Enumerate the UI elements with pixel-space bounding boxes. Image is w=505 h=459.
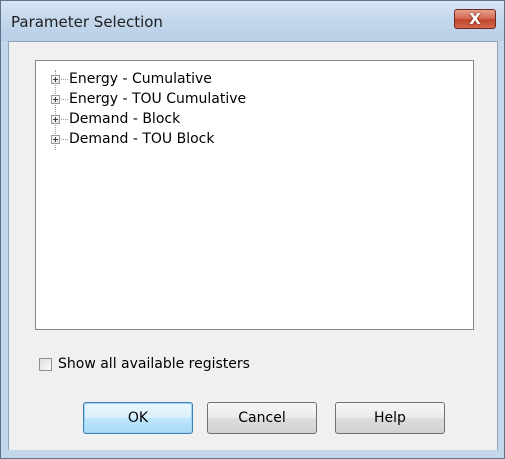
tree-branch-line bbox=[61, 139, 68, 140]
expand-plus-icon[interactable] bbox=[51, 135, 60, 144]
tree-branch-line bbox=[61, 119, 68, 120]
window-title: Parameter Selection bbox=[11, 13, 163, 31]
tree-item-label[interactable]: Energy - TOU Cumulative bbox=[69, 91, 246, 107]
window-bottom-frame bbox=[1, 450, 504, 458]
close-icon: X bbox=[469, 9, 481, 28]
show-all-registers-checkbox[interactable] bbox=[39, 357, 52, 371]
ok-button[interactable]: OK bbox=[83, 402, 193, 434]
dialog-client-area: Energy - Cumulative Energy - TOU Cumulat… bbox=[8, 41, 498, 451]
parameter-tree[interactable]: Energy - Cumulative Energy - TOU Cumulat… bbox=[35, 60, 474, 330]
show-all-registers-option[interactable]: Show all available registers bbox=[39, 354, 250, 374]
close-button[interactable]: X bbox=[454, 9, 496, 29]
help-button[interactable]: Help bbox=[335, 402, 445, 434]
expand-plus-icon[interactable] bbox=[51, 95, 60, 104]
expand-plus-icon[interactable] bbox=[51, 75, 60, 84]
title-bar[interactable]: Parameter Selection X bbox=[1, 1, 504, 41]
show-all-registers-label[interactable]: Show all available registers bbox=[58, 356, 250, 372]
tree-branch-line bbox=[61, 99, 68, 100]
tree-item-label[interactable]: Energy - Cumulative bbox=[69, 71, 212, 87]
cancel-button[interactable]: Cancel bbox=[207, 402, 317, 434]
parameter-selection-dialog: Parameter Selection X Energy - Cumulativ… bbox=[0, 0, 505, 459]
tree-branch-line bbox=[61, 79, 68, 80]
tree-item-label[interactable]: Demand - TOU Block bbox=[69, 131, 214, 147]
tree-item-label[interactable]: Demand - Block bbox=[69, 111, 180, 127]
expand-plus-icon[interactable] bbox=[51, 115, 60, 124]
